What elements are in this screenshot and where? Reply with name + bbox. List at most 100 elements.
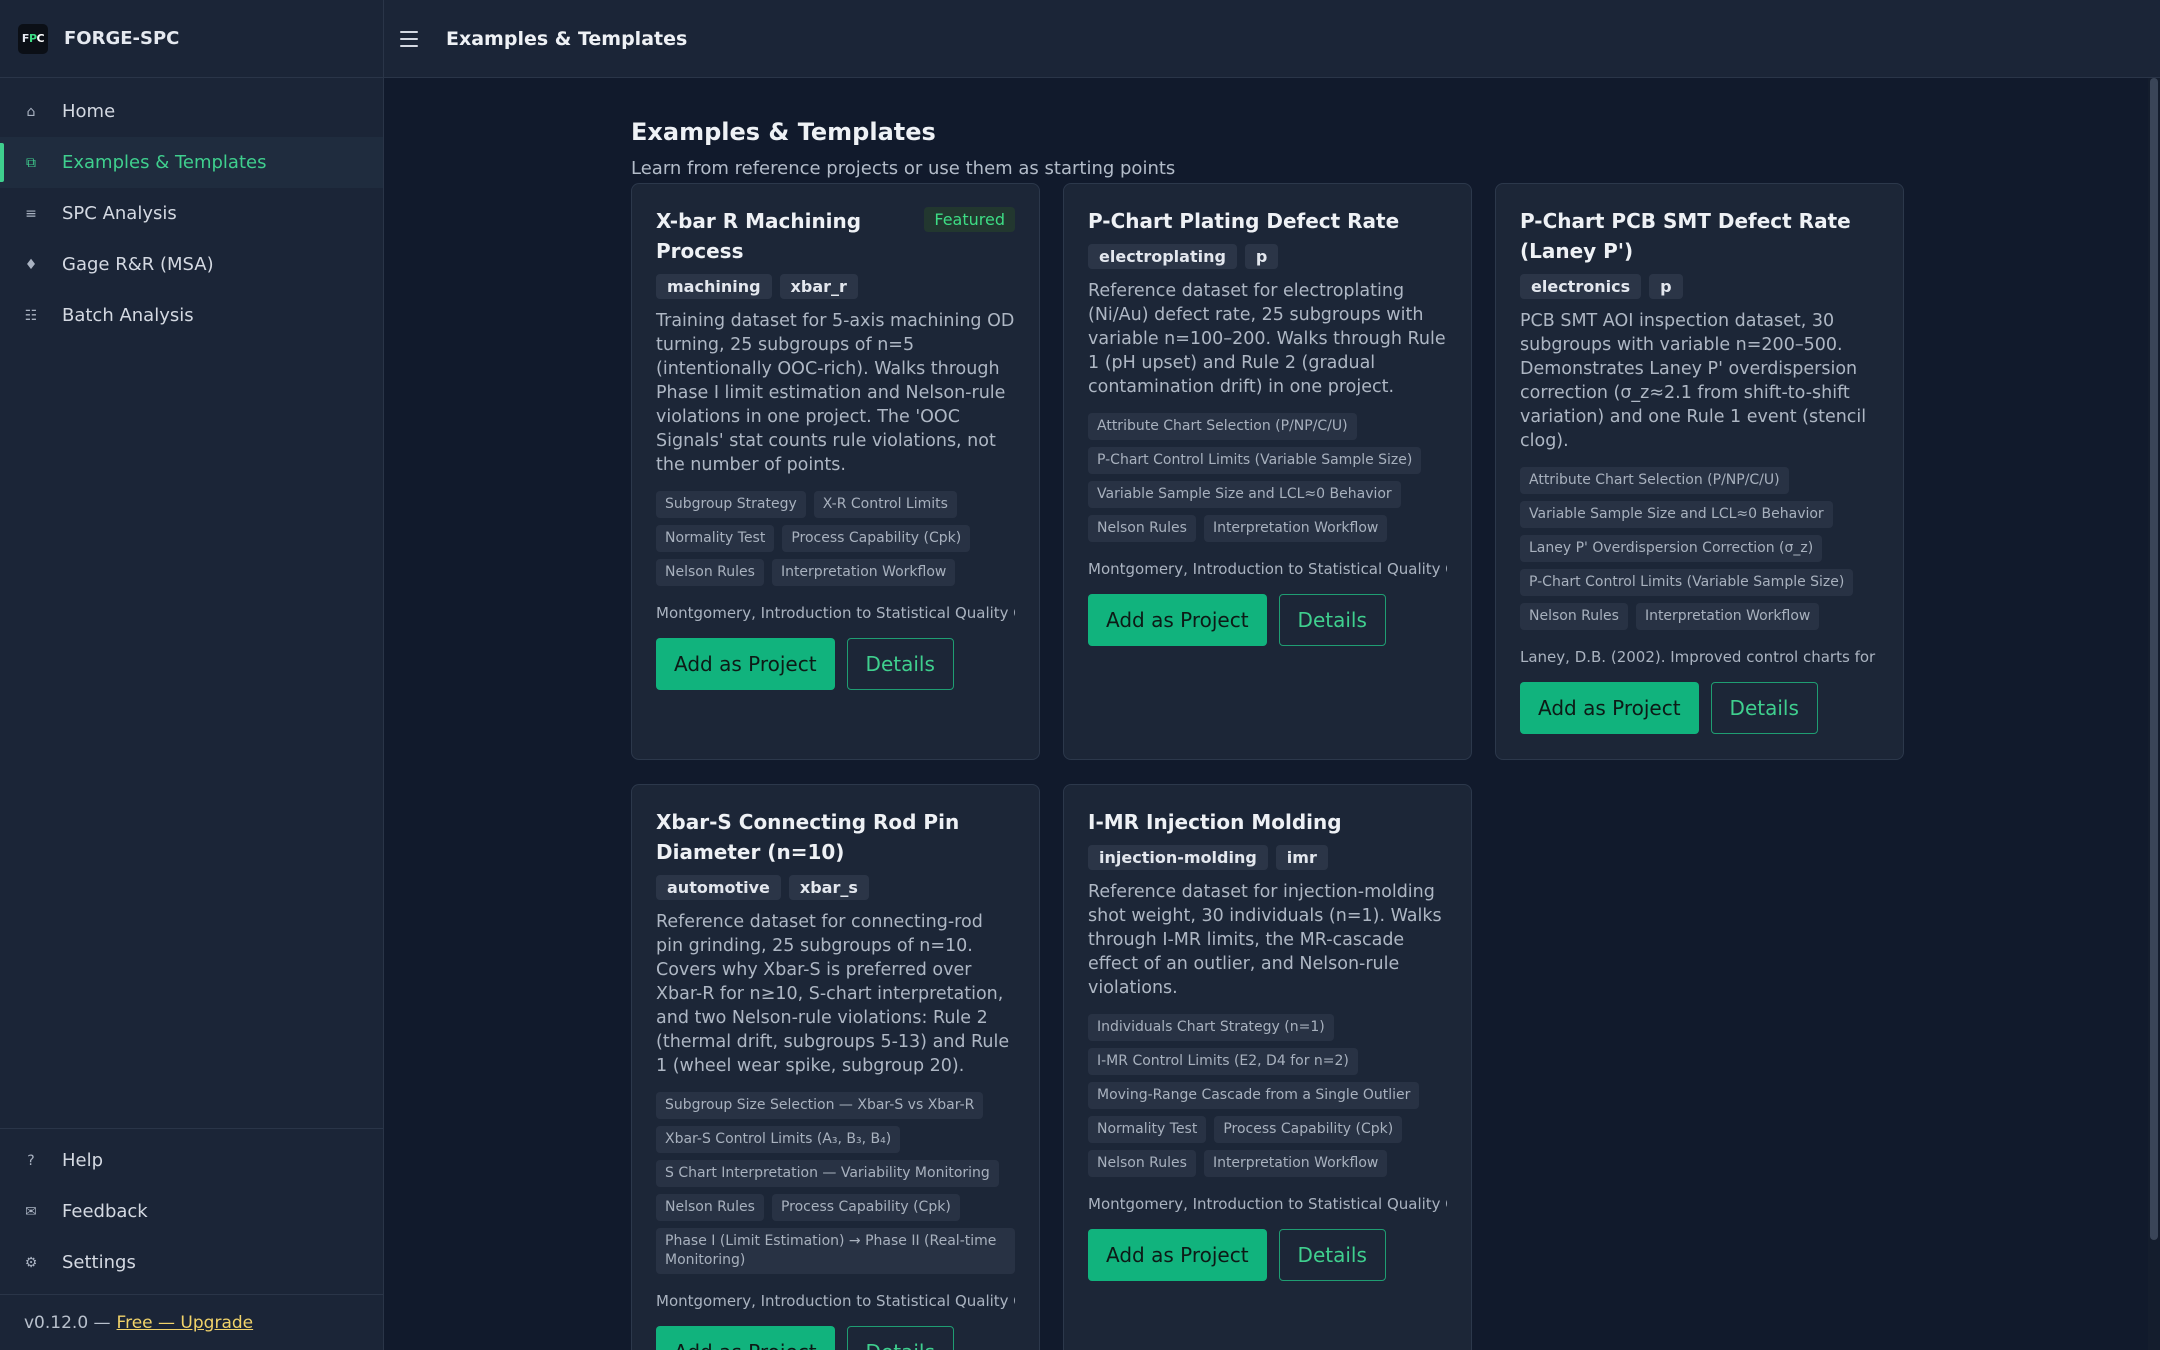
sidebar-item-home[interactable]: ⌂ Home (0, 86, 383, 137)
help-icon: ? (27, 1152, 35, 1169)
card-description: Training dataset for 5-axis machining OD… (656, 311, 1015, 475)
card-actions: Add as ProjectDetails (656, 638, 1015, 690)
topic-chip: Process Capability (Cpk) (771, 1194, 960, 1221)
tag: xbar_r (779, 274, 858, 299)
sidebar-item-label: SPC Analysis (62, 203, 177, 224)
tag: automotive (656, 875, 781, 900)
topic-chip: Process Capability (Cpk) (782, 525, 971, 552)
tag-list: electronics p (1520, 274, 1879, 299)
template-card: I-MR Injection Molding injection-molding i… (1063, 784, 1472, 1350)
card-reference: Laney, D.B. (2002). Improved control cha… (1520, 648, 1879, 666)
tag: machining (656, 274, 772, 299)
upgrade-link[interactable]: Free — Upgrade (117, 1313, 254, 1333)
sidebar-item-label: Batch Analysis (62, 305, 194, 326)
sidebar-item-label: Home (62, 101, 116, 122)
template-card: P-Chart Plating Defect Rate electroplatin… (1063, 183, 1472, 760)
details-button[interactable]: Details (846, 1326, 954, 1350)
sidebar-item-label: Settings (62, 1252, 136, 1273)
sidebar-nav: ⌂ Home ⧉ Examples & Templates ≡ SPC Analysis ♦… (0, 78, 383, 341)
card-header: X-bar R Machining Process Featured (656, 206, 1015, 266)
add-as-project-button[interactable]: Add as Project (1088, 1229, 1267, 1281)
tag: imr (1275, 845, 1328, 870)
sidebar-item-examples-templates[interactable]: ⧉ Examples & Templates (0, 137, 383, 188)
card-title: I-MR Injection Molding (1088, 810, 1342, 834)
top-header: Examples & Templates (384, 0, 2160, 78)
version-bar: v0.12.0 — Free — Upgrade (0, 1294, 383, 1350)
brand[interactable]: FPC FORGE-SPC (0, 0, 383, 78)
card-title: Xbar-S Connecting Rod Pin Diameter (n=10… (656, 810, 960, 864)
card-description: Reference dataset for injection-molding … (1088, 882, 1442, 998)
topic-chip: I-MR Control Limits (E2, D4 for n=2) (1088, 1048, 1358, 1075)
tag-list: machining xbar_r (656, 274, 1015, 299)
version-text: v0.12.0 — (24, 1312, 111, 1333)
topic-chip: Nelson Rules (1520, 603, 1628, 630)
topic-chip: Interpretation Workflow (1635, 603, 1820, 630)
topic-list: Subgroup Size Selection — Xbar-S vs Xbar… (656, 1092, 1015, 1274)
template-card: P-Chart PCB SMT Defect Rate (Laney P') el… (1495, 183, 1904, 760)
scrollbar-thumb[interactable] (2150, 78, 2158, 1240)
featured-badge: Featured (924, 207, 1015, 232)
list-icon: ≡ (25, 205, 37, 222)
topic-chip: S Chart Interpretation — Variability Mon… (656, 1160, 999, 1187)
topic-chip: Normality Test (656, 525, 775, 552)
sidebar-item-settings[interactable]: ⚙ Settings (0, 1237, 383, 1288)
add-as-project-button[interactable]: Add as Project (656, 1326, 835, 1350)
card-reference: Montgomery, Introduction to Statistical … (1088, 560, 1447, 578)
topic-chip: Phase I (Limit Estimation) → Phase II (R… (656, 1228, 1015, 1274)
card-header: P-Chart Plating Defect Rate (1088, 206, 1447, 236)
card-title: P-Chart Plating Defect Rate (1088, 209, 1400, 233)
tag: electronics (1520, 274, 1642, 299)
sidebar-item-label: Gage R&R (MSA) (62, 254, 214, 275)
tag: electroplating (1088, 244, 1237, 269)
details-button[interactable]: Details (1710, 682, 1818, 734)
card-reference: Montgomery, Introduction to Statistical … (656, 604, 1015, 622)
topic-chip: Subgroup Size Selection — Xbar-S vs Xbar… (656, 1092, 984, 1119)
sidebar-item-label: Feedback (62, 1201, 148, 1222)
add-as-project-button[interactable]: Add as Project (656, 638, 835, 690)
topic-chip: P-Chart Control Limits (Variable Sample … (1088, 447, 1422, 474)
sidebar-item-spc-analysis[interactable]: ≡ SPC Analysis (0, 188, 383, 239)
card-header: Xbar-S Connecting Rod Pin Diameter (n=10… (656, 807, 1015, 867)
sidebar-bottom-nav: ? Help ✉ Feedback ⚙ Settings (0, 1128, 383, 1288)
card-actions: Add as ProjectDetails (1520, 682, 1879, 734)
topic-chip: Interpretation Workflow (1203, 1150, 1388, 1177)
topic-chip: Individuals Chart Strategy (n=1) (1088, 1014, 1334, 1041)
sidebar-item-label: Examples & Templates (62, 152, 267, 173)
diamond-icon: ♦ (24, 256, 38, 273)
template-card: Xbar-S Connecting Rod Pin Diameter (n=10… (631, 784, 1040, 1350)
topic-chip: Laney P' Overdispersion Correction (σ_z) (1520, 535, 1823, 562)
sidebar-item-help[interactable]: ? Help (0, 1135, 383, 1186)
sidebar-item-batch-analysis[interactable]: ☷ Batch Analysis (0, 290, 383, 341)
tag: p (1244, 244, 1279, 269)
tag-list: automotive xbar_s (656, 875, 1015, 900)
add-as-project-button[interactable]: Add as Project (1520, 682, 1699, 734)
sidebar-item-feedback[interactable]: ✉ Feedback (0, 1186, 383, 1237)
topic-chip: Nelson Rules (1088, 515, 1196, 542)
topic-chip: Xbar-S Control Limits (A₃, B₃, B₄) (656, 1126, 901, 1153)
topic-chip: P-Chart Control Limits (Variable Sample … (1520, 569, 1854, 596)
checklist-icon: ☷ (24, 307, 38, 324)
card-header: I-MR Injection Molding (1088, 807, 1447, 837)
sidebar-item-label: Help (62, 1150, 104, 1171)
page-title: Examples & Templates (631, 118, 936, 146)
topic-chip: Attribute Chart Selection (P/NP/C/U) (1088, 413, 1357, 440)
tag: p (1649, 274, 1683, 299)
topic-chip: Nelson Rules (1088, 1150, 1196, 1177)
topic-chip: Nelson Rules (656, 559, 764, 586)
page-subtitle: Learn from reference projects or use the… (631, 158, 1176, 179)
home-icon: ⌂ (26, 103, 36, 120)
topic-chip: Moving-Range Cascade from a Single Outli… (1088, 1082, 1420, 1109)
details-button[interactable]: Details (846, 638, 954, 690)
card-actions: Add as Project Details (656, 1326, 1015, 1350)
add-as-project-button[interactable]: Add as Project (1088, 594, 1267, 646)
details-button[interactable]: Details (1278, 1229, 1386, 1281)
details-button[interactable]: Details (1278, 594, 1386, 646)
menu-icon[interactable] (392, 22, 426, 56)
topic-list: Subgroup Strategy X-R Control Limits Norma… (656, 491, 1015, 586)
sidebar: FPC FORGE-SPC ⌂ Home ⧉ Examples & Templates… (0, 0, 384, 1350)
sidebar-item-gage-r-r-msa[interactable]: ♦ Gage R&R (MSA) (0, 239, 383, 290)
topic-chip: Variable Sample Size and LCL≈0 Behavior (1520, 501, 1833, 528)
tag-list: injection-molding imr (1088, 845, 1447, 870)
card-description: Reference dataset for connecting-rod pin… (656, 912, 1010, 1076)
tag: injection-molding (1088, 845, 1268, 870)
